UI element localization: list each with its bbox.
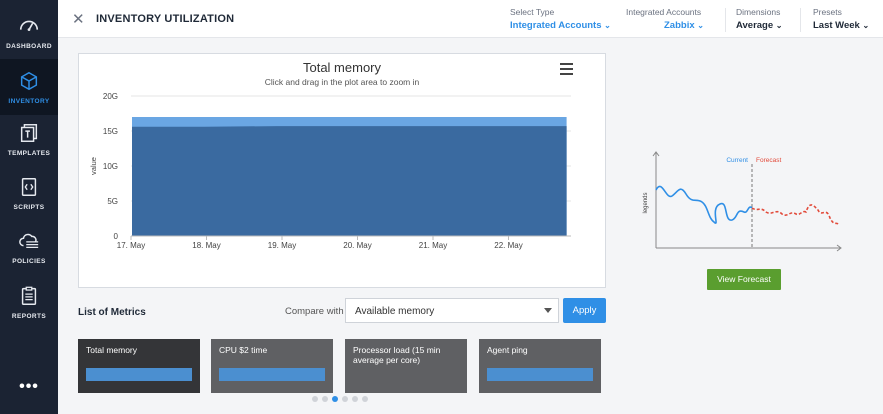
clipboard-icon xyxy=(21,286,37,305)
metric-card-cpu-time[interactable]: CPU $2 time xyxy=(211,339,333,393)
current-label: Current xyxy=(726,157,748,164)
metric-card-processor-load[interactable]: Processor load (15 min average per core) xyxy=(345,339,467,393)
filter-value: Average xyxy=(736,20,774,31)
x-tick-label: 19. May xyxy=(268,241,296,250)
sidebar-item-label: POLICIES xyxy=(12,257,46,265)
gauge-icon xyxy=(19,20,39,31)
header-bar: ✕ INVENTORY UTILIZATION Select Type Inte… xyxy=(58,0,883,38)
close-icon[interactable]: ✕ xyxy=(72,10,85,28)
filter-dimensions[interactable]: Dimensions Average ⌄ xyxy=(736,7,783,31)
pagination-dot[interactable] xyxy=(362,396,368,402)
y-tick-label: 10G xyxy=(103,162,118,171)
filter-caption: Select Type xyxy=(510,7,555,17)
filter-presets[interactable]: Presets Last Week ⌄ xyxy=(813,7,869,31)
sidebar-item-label: SCRIPTS xyxy=(13,203,45,211)
forecast-label: Forecast xyxy=(756,157,781,164)
metrics-title: List of Metrics xyxy=(78,307,146,318)
x-tick-label: 21. May xyxy=(419,241,447,250)
x-tick-label: 18. May xyxy=(192,241,220,250)
sidebar-item-label: REPORTS xyxy=(11,312,47,320)
filter-value: Integrated Accounts xyxy=(510,20,602,31)
divider xyxy=(800,8,801,32)
template-icon xyxy=(20,123,38,142)
chevron-down-icon: ⌄ xyxy=(862,21,870,30)
forecast-series-line xyxy=(751,204,839,225)
metric-card-label: Agent ping xyxy=(487,345,528,355)
metric-card-label: CPU $2 time xyxy=(219,345,268,355)
y-tick-label: 0 xyxy=(114,232,119,241)
cube-icon xyxy=(20,71,38,90)
chevron-down-icon: ⌄ xyxy=(697,21,704,30)
sidebar-item-label: DASHBOARD xyxy=(6,42,52,50)
x-tick-label: 20. May xyxy=(343,241,371,250)
chart-card[interactable]: 0 5G 10G 15G 20G value 17. May 18. May 19. May 20… xyxy=(78,53,606,288)
y-tick-label: 20G xyxy=(103,92,118,101)
sidebar-item-scripts[interactable]: SCRIPTS xyxy=(0,167,58,219)
series-area-2 xyxy=(132,126,567,236)
sidebar-item-reports[interactable]: REPORTS xyxy=(0,276,58,328)
pagination-dot[interactable] xyxy=(352,396,358,402)
hamburger-menu-icon[interactable] xyxy=(560,63,573,75)
current-series-line xyxy=(655,185,753,224)
apply-button[interactable]: Apply xyxy=(563,298,606,323)
y-tick-label: 5G xyxy=(107,197,118,206)
filter-select-type[interactable]: Select Type Integrated Accounts ⌄ xyxy=(510,7,611,31)
pagination-dot[interactable] xyxy=(332,396,338,402)
sidebar-item-inventory[interactable]: INVENTORY xyxy=(0,59,58,115)
metric-card-total-memory[interactable]: Total memory xyxy=(78,339,200,393)
chevron-down-icon: ⌄ xyxy=(604,21,611,30)
code-file-icon xyxy=(21,177,37,196)
sidebar: DASHBOARD INVENTORY TEMPLATES SCRIPTS PO… xyxy=(0,0,58,414)
filter-integrated-accounts[interactable]: Integrated Accounts Zabbix ⌄ xyxy=(626,7,704,31)
filter-caption: Dimensions xyxy=(736,7,781,17)
metric-card-label: Total memory xyxy=(86,345,138,355)
compare-select[interactable]: Available memory xyxy=(345,298,559,323)
metric-card-bar xyxy=(487,368,593,381)
view-forecast-button[interactable]: View Forecast xyxy=(707,269,781,290)
chevron-down-icon: ⌄ xyxy=(775,21,783,30)
divider xyxy=(725,8,726,32)
caret-down-icon xyxy=(544,308,552,313)
y-tick-label: 15G xyxy=(103,127,118,136)
compare-select-value: Available memory xyxy=(355,306,435,317)
chart-title: Total memory xyxy=(302,60,382,75)
page-title: INVENTORY UTILIZATION xyxy=(96,13,235,25)
sidebar-item-label: TEMPLATES xyxy=(7,149,51,157)
pagination-dot[interactable] xyxy=(322,396,328,402)
metric-card-bar xyxy=(219,368,325,381)
metric-card-label: Processor load (15 min average per core) xyxy=(353,345,441,365)
forecast-illustration: legends Current Forecast xyxy=(643,151,842,252)
sidebar-item-dashboard[interactable]: DASHBOARD xyxy=(0,6,58,58)
chart-subtitle: Click and drag in the plot area to zoom … xyxy=(264,77,420,87)
filter-caption: Presets xyxy=(813,7,842,17)
y-axis-label: value xyxy=(89,157,98,175)
sidebar-item-templates[interactable]: TEMPLATES xyxy=(0,113,58,165)
pagination-dot[interactable] xyxy=(312,396,318,402)
sidebar-item-label: INVENTORY xyxy=(8,97,50,105)
pagination-dot[interactable] xyxy=(342,396,348,402)
filter-value: Zabbix xyxy=(664,20,695,31)
compare-label: Compare with xyxy=(285,306,344,317)
total-memory-chart[interactable]: 0 5G 10G 15G 20G value 17. May 18. May 19. May 20… xyxy=(79,54,607,289)
forecast-ylabel: legends xyxy=(643,192,649,213)
more-menu-icon[interactable]: ••• xyxy=(0,378,58,396)
filter-value: Last Week xyxy=(813,20,860,31)
x-tick-label: 17. May xyxy=(117,241,145,250)
x-tick-label: 22. May xyxy=(494,241,522,250)
metric-card-agent-ping[interactable]: Agent ping xyxy=(479,339,601,393)
metric-card-bar xyxy=(86,368,192,381)
cloud-policy-icon xyxy=(19,233,39,248)
filter-caption: Integrated Accounts xyxy=(626,7,702,17)
sidebar-item-policies[interactable]: POLICIES xyxy=(0,221,58,273)
